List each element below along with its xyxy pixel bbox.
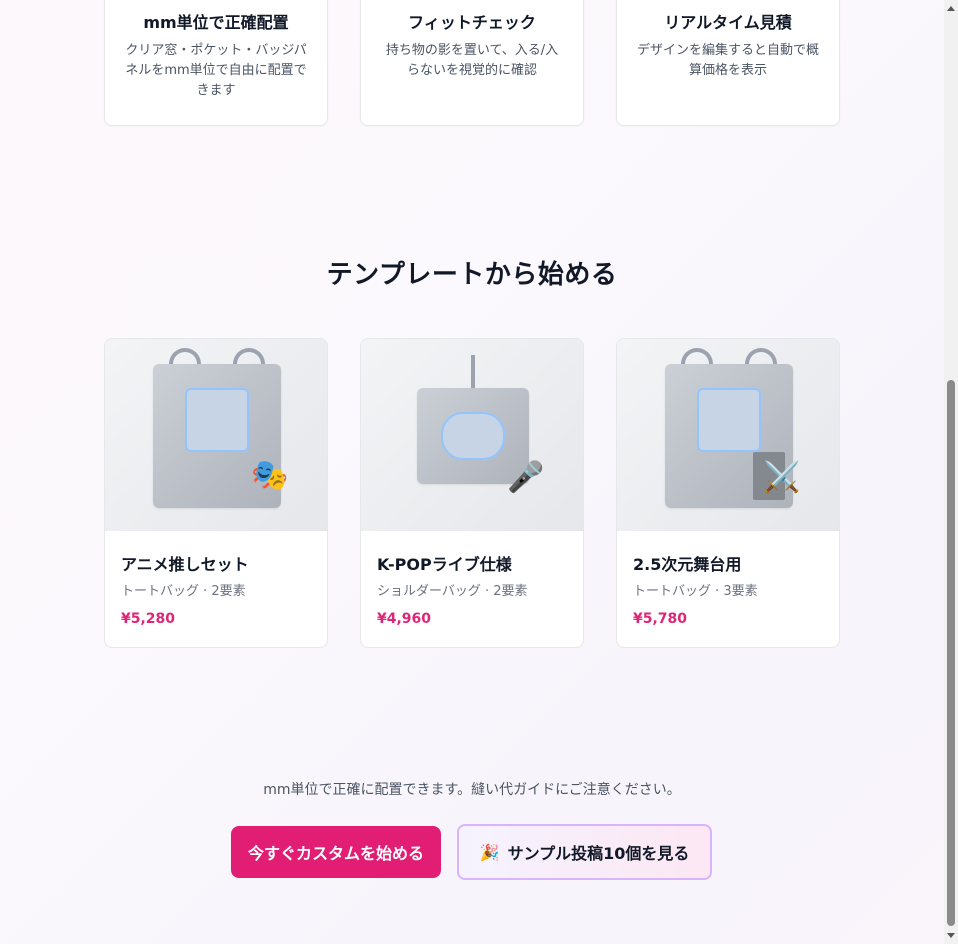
party-popper-icon: 🎉 (479, 842, 500, 862)
feature-title: フィットチェック (408, 13, 536, 32)
scroll-up-arrow-icon[interactable] (947, 6, 955, 11)
feature-description: デザインを編集すると自動で概算価格を表示 (637, 43, 820, 78)
section-title: テンプレートから始める (326, 260, 618, 290)
seam-allowance-notice: mm単位で正確に配置できます。縫い代ガイドにご注意ください。 (263, 782, 681, 798)
template-meta: ショルダーバッグ · 2要素 (377, 584, 528, 599)
crossed-swords-icon: ⚔️ (763, 460, 801, 495)
clear-window (185, 388, 249, 452)
theater-masks-icon: 🎭 (251, 458, 289, 493)
template-meta: トートバッグ · 2要素 (121, 584, 246, 599)
scroll-thumb[interactable] (947, 380, 955, 926)
template-name: 2.5次元舞台用 (633, 555, 742, 574)
template-name: アニメ推しセット (121, 555, 249, 574)
template-card-anime[interactable]: 🎭 アニメ推しセット トートバッグ · 2要素 ¥5,280 (104, 338, 328, 648)
feature-title: mm単位で正確配置 (143, 13, 289, 32)
start-custom-button[interactable]: 今すぐカスタムを始める (231, 826, 441, 878)
template-thumbnail: ⚔️ (617, 339, 839, 531)
feature-card-placement: mm単位で正確配置 クリア窓・ポケット・バッジパネルをmm単位で自由に配置できま… (104, 0, 328, 126)
template-price: ¥4,960 (377, 611, 432, 627)
feature-card-estimate: リアルタイム見積 デザインを編集すると自動で概算価格を表示 (616, 0, 840, 126)
clear-window (441, 412, 505, 460)
scrollbar[interactable] (944, 0, 958, 944)
template-card-kpop[interactable]: 🎤 K-POPライブ仕様 ショルダーバッグ · 2要素 ¥4,960 (360, 338, 584, 648)
feature-title: リアルタイム見積 (664, 13, 792, 32)
view-samples-label: サンプル投稿10個を見る (507, 844, 690, 863)
template-price: ¥5,780 (633, 611, 688, 627)
microphone-icon: 🎤 (507, 460, 545, 495)
feature-card-fit-check: フィットチェック 持ち物の影を置いて、入る/入らないを視覚的に確認 (360, 0, 584, 126)
page: mm単位で正確配置 クリア窓・ポケット・バッジパネルをmm単位で自由に配置できま… (0, 0, 944, 944)
view-samples-button[interactable]: 🎉 サンプル投稿10個を見る (457, 824, 712, 880)
template-thumbnail: 🎤 (361, 339, 583, 531)
template-meta: トートバッグ · 3要素 (633, 584, 758, 599)
feature-description: 持ち物の影を置いて、入る/入らないを視覚的に確認 (385, 43, 559, 78)
template-thumbnail: 🎭 (105, 339, 327, 531)
template-name: K-POPライブ仕様 (377, 555, 512, 574)
feature-description: クリア窓・ポケット・バッジパネルをmm単位で自由に配置できます (125, 43, 307, 98)
template-price: ¥5,280 (121, 611, 176, 627)
scroll-down-arrow-icon[interactable] (947, 933, 955, 938)
template-card-stage[interactable]: ⚔️ 2.5次元舞台用 トートバッグ · 3要素 ¥5,780 (616, 338, 840, 648)
clear-window (697, 388, 761, 452)
